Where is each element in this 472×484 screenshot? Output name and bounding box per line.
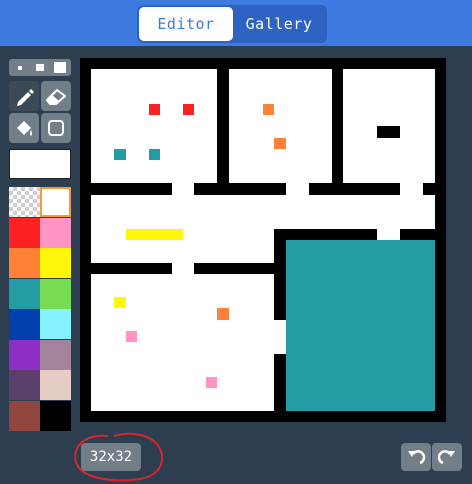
palette-swatch[interactable] [40, 370, 71, 400]
rectangle-tool-button[interactable] [41, 113, 71, 143]
canvas-pixel-block [91, 228, 275, 263]
canvas-pixel-block [377, 228, 401, 240]
canvas-pixel-block [343, 126, 378, 138]
brush-size-medium-button[interactable] [30, 60, 50, 75]
canvas-pixel-block [114, 296, 126, 309]
redo-icon [437, 450, 455, 465]
fill-bucket-icon [17, 121, 32, 136]
canvas-pixel-block [91, 69, 218, 184]
canvas-pixel-block [182, 103, 195, 115]
canvas-pixel-block [125, 228, 183, 240]
canvas-pixel-block [171, 183, 195, 195]
palette-swatch[interactable] [9, 309, 40, 339]
canvas-pixel-block [91, 274, 275, 411]
pencil-tool-button[interactable] [9, 81, 39, 111]
canvas-pixel-block [91, 194, 435, 229]
palette-swatch[interactable] [40, 187, 71, 217]
palette-swatch[interactable] [40, 278, 71, 309]
redo-button[interactable] [432, 443, 462, 471]
tab-gallery[interactable]: Gallery [233, 7, 325, 41]
canvas-pixel-block [285, 183, 309, 195]
palette-swatch[interactable] [40, 248, 71, 278]
undo-button[interactable] [401, 443, 431, 471]
palette-swatch[interactable] [40, 309, 71, 339]
pixel-canvas[interactable] [80, 58, 446, 422]
palette-swatch[interactable] [40, 339, 71, 370]
canvas-pixel-block [343, 137, 435, 184]
canvas-pixel-block [400, 126, 435, 138]
canvas-pixel-block [217, 308, 229, 320]
mode-tabs: Editor Gallery [137, 5, 327, 43]
canvas-pixel-block [205, 376, 218, 388]
eraser-tool-button[interactable] [41, 81, 71, 111]
brush-size-small-button[interactable] [10, 60, 30, 75]
rectangle-icon [48, 120, 64, 136]
undo-icon [408, 450, 426, 465]
pencil-icon [17, 89, 34, 106]
palette-swatch[interactable] [9, 248, 40, 278]
canvas-pixel-block [400, 183, 424, 195]
color-palette [9, 187, 71, 431]
canvas-pixel-block [125, 331, 138, 343]
brush-size-large-button[interactable] [50, 60, 70, 75]
current-color-preview [9, 149, 71, 179]
canvas-pixel-block [171, 262, 195, 275]
palette-swatch[interactable] [9, 187, 40, 217]
canvas-pixel-block [228, 69, 332, 184]
tab-editor[interactable]: Editor [139, 7, 233, 41]
palette-swatch[interactable] [9, 339, 40, 370]
palette-swatch[interactable] [9, 278, 40, 309]
brush-size-selector [9, 59, 71, 76]
canvas-pixel-block [114, 149, 126, 161]
top-bar: Editor Gallery [0, 0, 472, 46]
canvas-pixel-block [274, 319, 286, 354]
palette-swatch[interactable] [9, 400, 40, 431]
canvas-pixel-block [343, 69, 435, 127]
palette-swatch[interactable] [40, 400, 71, 431]
palette-swatch[interactable] [9, 370, 40, 400]
canvas-pixel-block [274, 137, 286, 149]
canvas-pixel-block [148, 103, 161, 115]
canvas-pixel-block [148, 149, 161, 161]
canvas-pixel-block [285, 240, 435, 411]
canvas-pixel-block [263, 103, 275, 115]
eraser-icon [46, 89, 66, 105]
canvas-size-button[interactable]: 32x32 [81, 443, 141, 471]
palette-swatch[interactable] [9, 217, 40, 248]
fill-tool-button[interactable] [9, 113, 39, 143]
palette-swatch[interactable] [40, 217, 71, 248]
